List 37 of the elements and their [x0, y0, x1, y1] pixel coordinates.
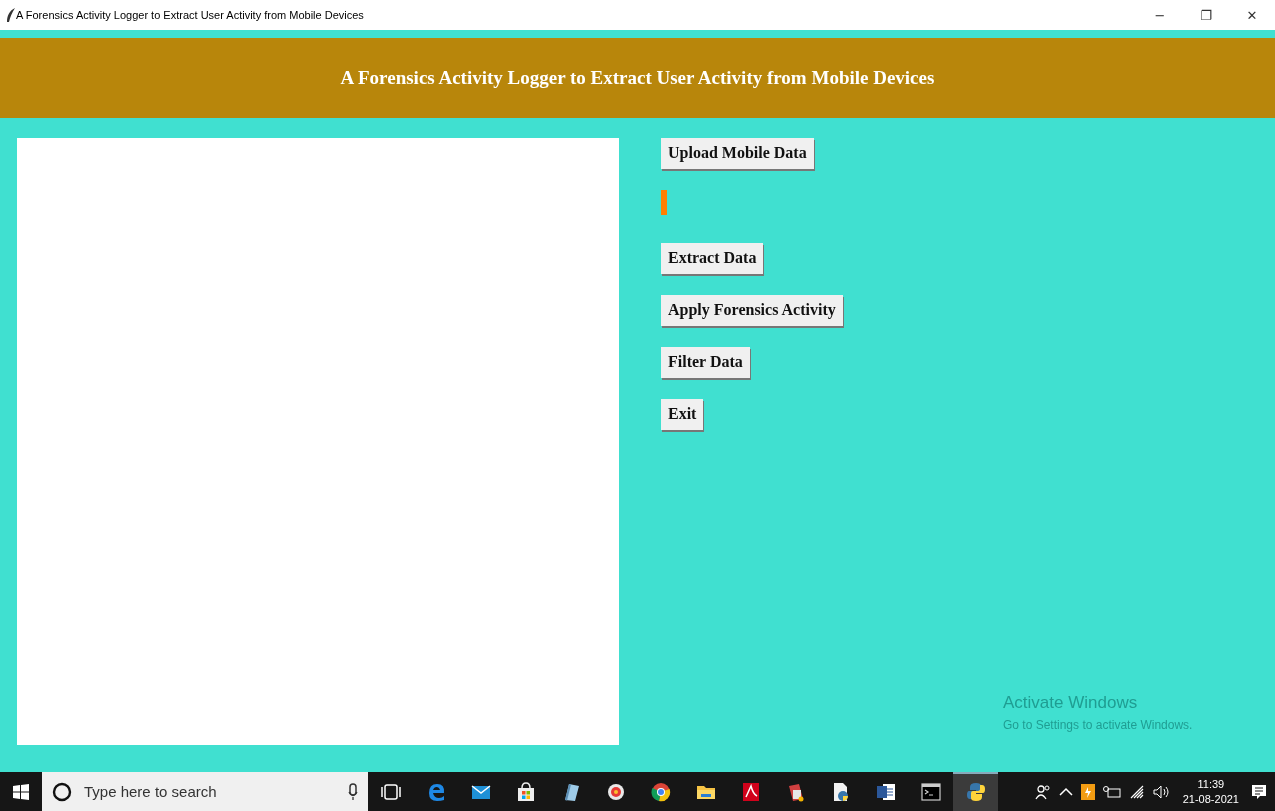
python-icon	[965, 781, 986, 802]
clock-time[interactable]: 11:39	[1197, 776, 1225, 792]
feather-icon	[6, 8, 16, 22]
store-bag-icon	[515, 781, 536, 802]
status-marker	[661, 190, 667, 215]
microphone-icon	[348, 782, 358, 801]
action-button[interactable]: Exit	[661, 399, 704, 430]
terminal-icon	[920, 781, 941, 802]
people-icon[interactable]	[1034, 783, 1051, 800]
chrome-icon	[650, 781, 671, 802]
activation-title: Activate Windows	[1003, 693, 1139, 713]
action-button[interactable]: Filter Data	[661, 347, 750, 378]
window-title: A Forensics Activity Logger to Extract User Activity from Mobile Devices	[16, 9, 365, 21]
windows-start-icon[interactable]	[13, 783, 29, 800]
app-icon	[605, 781, 626, 802]
search-field[interactable]: Type here to search	[82, 782, 338, 801]
task-view-icon	[380, 781, 401, 802]
network-icon[interactable]	[1102, 784, 1121, 799]
activation-message: Go to Settings to activate Windows.	[1003, 718, 1193, 732]
circle-icon	[52, 781, 72, 802]
clock-date[interactable]: 21-08-2021	[1182, 791, 1239, 807]
wifi-icon[interactable]	[1128, 784, 1145, 799]
action-button[interactable]: Extract Data	[661, 243, 764, 274]
tray-app-icon[interactable]	[1080, 783, 1095, 800]
close-button[interactable]: ✕	[1229, 7, 1275, 23]
chevron-up-icon[interactable]	[1058, 786, 1073, 797]
header-title: A Forensics Activity Logger to Extract User Activity from Mobile Devices	[340, 67, 935, 89]
action-button[interactable]: Apply Forensics Activity	[661, 295, 843, 326]
taskbar-app-button[interactable]	[953, 772, 998, 811]
action-button[interactable]: Upload Mobile Data	[661, 138, 814, 169]
minimize-button[interactable]: −	[1137, 7, 1183, 23]
search-field[interactable]: Type here to search	[42, 772, 368, 811]
speaker-icon[interactable]	[1152, 784, 1171, 799]
restore-button[interactable]: ❐	[1183, 7, 1229, 23]
notifications-icon[interactable]	[1251, 783, 1267, 800]
pdf-icon	[740, 781, 761, 802]
word-icon	[875, 781, 896, 802]
